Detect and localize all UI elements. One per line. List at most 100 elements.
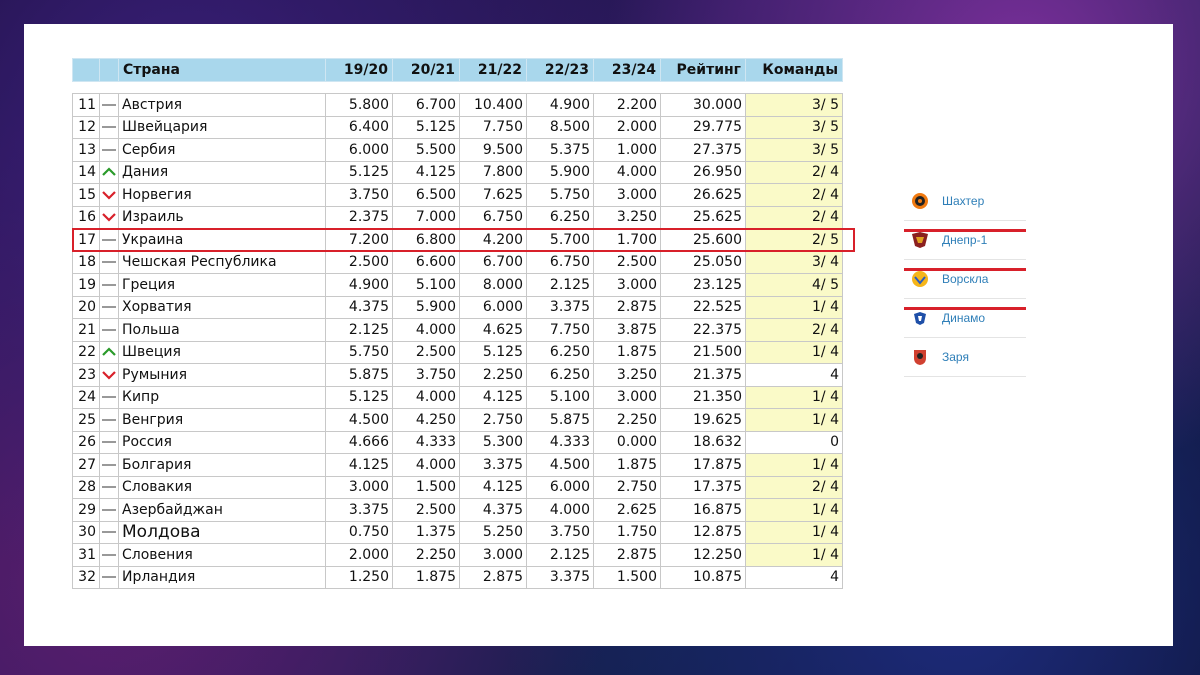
total-rating: 17.375 xyxy=(660,475,746,499)
season-points: 1.875 xyxy=(392,565,460,589)
trend-same-icon xyxy=(102,486,116,489)
teams-count: 1/ 4 xyxy=(745,385,843,409)
season-points: 4.900 xyxy=(526,93,594,117)
teams-count: 3/ 5 xyxy=(745,115,843,139)
club-item[interactable]: Днепр-1 xyxy=(904,221,1026,260)
teams-count: 2/ 4 xyxy=(745,160,843,184)
total-rating: 12.250 xyxy=(660,543,746,567)
trend-same-icon xyxy=(102,576,116,579)
season-points: 4.000 xyxy=(392,453,460,477)
trend-up-icon xyxy=(100,347,118,357)
season-points: 0.750 xyxy=(325,520,393,544)
country-name: Швейцария xyxy=(118,115,326,139)
club-link[interactable]: Заря xyxy=(942,350,969,364)
season-points: 2.500 xyxy=(325,250,393,274)
season-points: 2.000 xyxy=(593,115,661,139)
club-item[interactable]: Ворскла xyxy=(904,260,1026,299)
teams-count: 2/ 4 xyxy=(745,475,843,499)
season-points: 3.750 xyxy=(392,363,460,387)
season-points: 2.250 xyxy=(459,363,527,387)
season-points: 2.125 xyxy=(526,273,594,297)
country-name: Австрия xyxy=(118,93,326,117)
club-item[interactable]: Заря xyxy=(904,338,1026,377)
season-points: 2.500 xyxy=(392,340,460,364)
table-row: 24 Кипр 5.125 4.000 4.125 5.100 3.000 21.350 1/ … xyxy=(72,385,843,409)
header-teams: Команды xyxy=(745,58,843,82)
trend-indicator xyxy=(99,183,119,207)
trend-same-icon xyxy=(102,148,116,151)
table-row: 22 Швеция 5.750 2.500 5.125 6.250 1.875 21.500 1… xyxy=(72,340,843,364)
country-name: Швеция xyxy=(118,340,326,364)
rank-position: 26 xyxy=(72,430,100,454)
season-points: 2.875 xyxy=(459,565,527,589)
table-body: 11 Австрия 5.800 6.700 10.400 4.900 2.200 30.00… xyxy=(72,93,843,589)
season-points: 1.000 xyxy=(593,138,661,162)
total-rating: 27.375 xyxy=(660,138,746,162)
club-link[interactable]: Ворскла xyxy=(942,272,988,286)
club-link[interactable]: Динамо xyxy=(942,311,985,325)
trend-indicator xyxy=(99,565,119,589)
country-name: Дания xyxy=(118,160,326,184)
total-rating: 10.875 xyxy=(660,565,746,589)
club-link[interactable]: Днепр-1 xyxy=(942,233,987,247)
dynamo-logo-icon xyxy=(910,308,930,328)
table-row: 12 Швейцария 6.400 5.125 7.750 8.500 2.000 29.7… xyxy=(72,115,843,139)
country-name: Греция xyxy=(118,273,326,297)
season-points: 4.125 xyxy=(392,160,460,184)
season-points: 5.300 xyxy=(459,430,527,454)
country-name: Хорватия xyxy=(118,295,326,319)
trend-indicator xyxy=(99,520,119,544)
total-rating: 23.125 xyxy=(660,273,746,297)
season-points: 1.500 xyxy=(392,475,460,499)
season-points: 5.250 xyxy=(459,520,527,544)
rank-position: 24 xyxy=(72,385,100,409)
trend-indicator xyxy=(99,273,119,297)
trend-same-icon xyxy=(102,463,116,466)
table-row: 30 Молдова 0.750 1.375 5.250 3.750 1.750 12.875… xyxy=(72,520,843,544)
club-item[interactable]: Шахтер xyxy=(904,182,1026,221)
rank-position: 23 xyxy=(72,363,100,387)
table-header-row: Страна 19/20 20/21 21/22 22/23 23/24 Рей… xyxy=(72,58,843,82)
trend-same-icon xyxy=(102,396,116,399)
country-name: Болгария xyxy=(118,453,326,477)
season-points: 6.600 xyxy=(392,250,460,274)
trend-same-icon xyxy=(102,261,116,264)
table-row: 27 Болгария 4.125 4.000 3.375 4.500 1.875 17.87… xyxy=(72,453,843,477)
season-points: 2.250 xyxy=(392,543,460,567)
season-points: 3.000 xyxy=(459,543,527,567)
season-points: 2.125 xyxy=(526,543,594,567)
rank-position: 16 xyxy=(72,205,100,229)
club-item[interactable]: Динамо xyxy=(904,299,1026,338)
trend-down-icon xyxy=(100,190,118,200)
country-name: Польша xyxy=(118,318,326,342)
season-points: 5.900 xyxy=(392,295,460,319)
season-points: 3.750 xyxy=(325,183,393,207)
teams-count: 3/ 5 xyxy=(745,93,843,117)
club-list: Шахтер Днепр-1 Ворскла Динамо Заря xyxy=(904,182,1026,377)
club-link[interactable]: Шахтер xyxy=(942,194,984,208)
season-points: 5.750 xyxy=(325,340,393,364)
table-row: 20 Хорватия 4.375 5.900 6.000 3.375 2.875 22.52… xyxy=(72,295,843,319)
season-points: 6.000 xyxy=(459,295,527,319)
season-points: 2.000 xyxy=(325,543,393,567)
season-points: 3.375 xyxy=(325,498,393,522)
season-points: 2.200 xyxy=(593,93,661,117)
country-name: Словакия xyxy=(118,475,326,499)
season-points: 3.000 xyxy=(593,273,661,297)
season-points: 3.250 xyxy=(593,363,661,387)
rank-position: 14 xyxy=(72,160,100,184)
trend-down-icon xyxy=(100,212,118,222)
rank-position: 19 xyxy=(72,273,100,297)
total-rating: 30.000 xyxy=(660,93,746,117)
table-row: 15 Норвегия 3.750 6.500 7.625 5.750 3.000 26.62… xyxy=(72,183,843,207)
season-points: 5.750 xyxy=(526,183,594,207)
teams-count: 4 xyxy=(745,363,843,387)
strike-line xyxy=(904,229,1026,232)
total-rating: 12.875 xyxy=(660,520,746,544)
teams-count: 1/ 4 xyxy=(745,543,843,567)
season-points: 5.900 xyxy=(526,160,594,184)
season-points: 2.125 xyxy=(325,318,393,342)
teams-count: 4/ 5 xyxy=(745,273,843,297)
table-row: 11 Австрия 5.800 6.700 10.400 4.900 2.200 30.00… xyxy=(72,93,843,117)
season-points: 3.750 xyxy=(526,520,594,544)
